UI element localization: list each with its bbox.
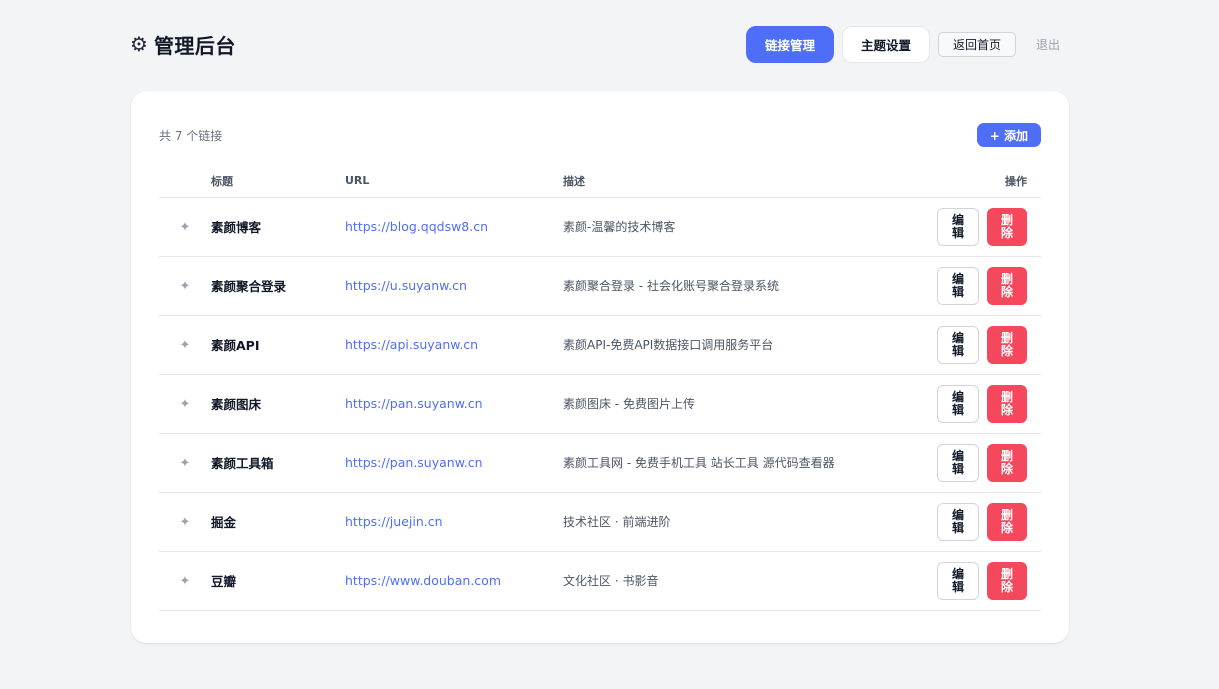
delete-button[interactable]: 删除 — [987, 384, 1027, 423]
drag-handle-icon[interactable]: ✦ — [180, 456, 191, 471]
link-description: 素颜-温馨的技术博客 — [563, 220, 676, 234]
edit-button[interactable]: 编辑 — [937, 325, 979, 364]
row-actions: 编辑 删除 — [937, 266, 1027, 305]
link-title: 掘金 — [211, 515, 237, 530]
delete-button[interactable]: 删除 — [987, 325, 1027, 364]
link-url[interactable]: https://blog.qqdsw8.cn — [345, 219, 488, 234]
link-url[interactable]: https://u.suyanw.cn — [345, 278, 467, 293]
link-title: 豆瓣 — [211, 574, 237, 589]
row-actions: 编辑 删除 — [937, 502, 1027, 541]
link-count: 共 7 个链接 — [159, 128, 223, 143]
delete-button[interactable]: 删除 — [987, 207, 1027, 246]
link-url[interactable]: https://api.suyanw.cn — [345, 337, 478, 352]
nav-links-button[interactable]: 链接管理 — [745, 25, 834, 63]
column-header-url: URL — [345, 165, 563, 198]
table-row: ✦ 素颜聚合登录 https://u.suyanw.cn 素颜聚合登录 - 社会化账号… — [159, 256, 1041, 316]
drag-handle-icon[interactable]: ✦ — [180, 220, 191, 235]
link-description: 技术社区 · 前端进阶 — [563, 515, 671, 529]
row-actions: 编辑 删除 — [937, 443, 1027, 482]
row-actions: 编辑 删除 — [937, 207, 1027, 246]
link-title: 素颜图床 — [211, 397, 262, 412]
link-description: 文化社区 · 书影音 — [563, 574, 659, 588]
link-url[interactable]: https://juejin.cn — [345, 514, 443, 529]
row-actions: 编辑 删除 — [937, 561, 1027, 600]
top-nav: 链接管理 主题设置 返回首页 退出 — [745, 25, 1060, 63]
gear-icon: ⚙ — [130, 32, 148, 56]
add-link-button[interactable]: + 添加 — [976, 123, 1041, 147]
card-toolbar: 共 7 个链接 + 添加 — [159, 123, 1041, 147]
table-row: ✦ 素颜工具箱 https://pan.suyanw.cn 素颜工具网 - 免费手机工… — [159, 433, 1041, 493]
table-row: ✦ 掘金 https://juejin.cn 技术社区 · 前端进阶 编辑 删除 — [159, 492, 1041, 552]
column-header-desc: 描述 — [563, 165, 863, 198]
edit-button[interactable]: 编辑 — [937, 207, 979, 246]
delete-button[interactable]: 删除 — [987, 502, 1027, 541]
link-url[interactable]: https://pan.suyanw.cn — [345, 396, 483, 411]
column-header-title: 标题 — [211, 165, 345, 198]
link-title: 素颜工具箱 — [211, 456, 274, 471]
link-description: 素颜聚合登录 - 社会化账号聚合登录系统 — [563, 279, 779, 293]
logout-link[interactable]: 退出 — [1036, 36, 1060, 53]
edit-button[interactable]: 编辑 — [937, 561, 979, 600]
drag-handle-icon[interactable]: ✦ — [180, 279, 191, 294]
drag-handle-icon[interactable]: ✦ — [180, 515, 191, 530]
links-card: 共 7 个链接 + 添加 标题 URL 描述 操作 ✦ 素颜博客 https://b… — [131, 91, 1069, 643]
link-description: 素颜API-免费API数据接口调用服务平台 — [563, 338, 774, 352]
drag-handle-icon[interactable]: ✦ — [180, 574, 191, 589]
links-table: 标题 URL 描述 操作 ✦ 素颜博客 https://blog.qqdsw8.cn… — [159, 165, 1041, 611]
table-row: ✦ 豆瓣 https://www.douban.com 文化社区 · 书影音 编辑 删除 — [159, 551, 1041, 611]
table-header-row: 标题 URL 描述 操作 — [159, 165, 1041, 198]
delete-button[interactable]: 删除 — [987, 443, 1027, 482]
delete-button[interactable]: 删除 — [987, 266, 1027, 305]
link-url[interactable]: https://www.douban.com — [345, 573, 501, 588]
link-title: 素颜博客 — [211, 220, 262, 235]
column-header-actions: 操作 — [863, 165, 1041, 198]
edit-button[interactable]: 编辑 — [937, 502, 979, 541]
link-url[interactable]: https://pan.suyanw.cn — [345, 455, 483, 470]
drag-handle-icon[interactable]: ✦ — [180, 338, 191, 353]
edit-button[interactable]: 编辑 — [937, 443, 979, 482]
link-title: 素颜聚合登录 — [211, 279, 287, 294]
column-header-handle — [159, 165, 211, 198]
edit-button[interactable]: 编辑 — [937, 384, 979, 423]
page-title: 管理后台 — [153, 33, 236, 58]
brand: ⚙ 管理后台 — [130, 30, 236, 59]
row-actions: 编辑 删除 — [937, 325, 1027, 364]
drag-handle-icon[interactable]: ✦ — [180, 397, 191, 412]
table-row: ✦ 素颜博客 https://blog.qqdsw8.cn 素颜-温馨的技术博客 编辑删… — [159, 197, 1041, 257]
nav-home-button[interactable]: 返回首页 — [937, 31, 1016, 57]
nav-theme-button[interactable]: 主题设置 — [841, 25, 930, 63]
delete-button[interactable]: 删除 — [987, 561, 1027, 600]
edit-button[interactable]: 编辑 — [937, 266, 979, 305]
link-description: 素颜工具网 - 免费手机工具 站长工具 源代码查看器 — [563, 456, 835, 470]
link-description: 素颜图床 - 免费图片上传 — [563, 397, 695, 411]
page-header: ⚙ 管理后台 链接管理 主题设置 返回首页 退出 — [130, 24, 1060, 64]
row-actions: 编辑 删除 — [937, 384, 1027, 423]
table-row: ✦ 素颜图床 https://pan.suyanw.cn 素颜图床 - 免费图片上传 编… — [159, 374, 1041, 434]
table-row: ✦ 素颜API https://api.suyanw.cn 素颜API-免费API数据… — [159, 315, 1041, 375]
link-title: 素颜API — [211, 338, 260, 353]
